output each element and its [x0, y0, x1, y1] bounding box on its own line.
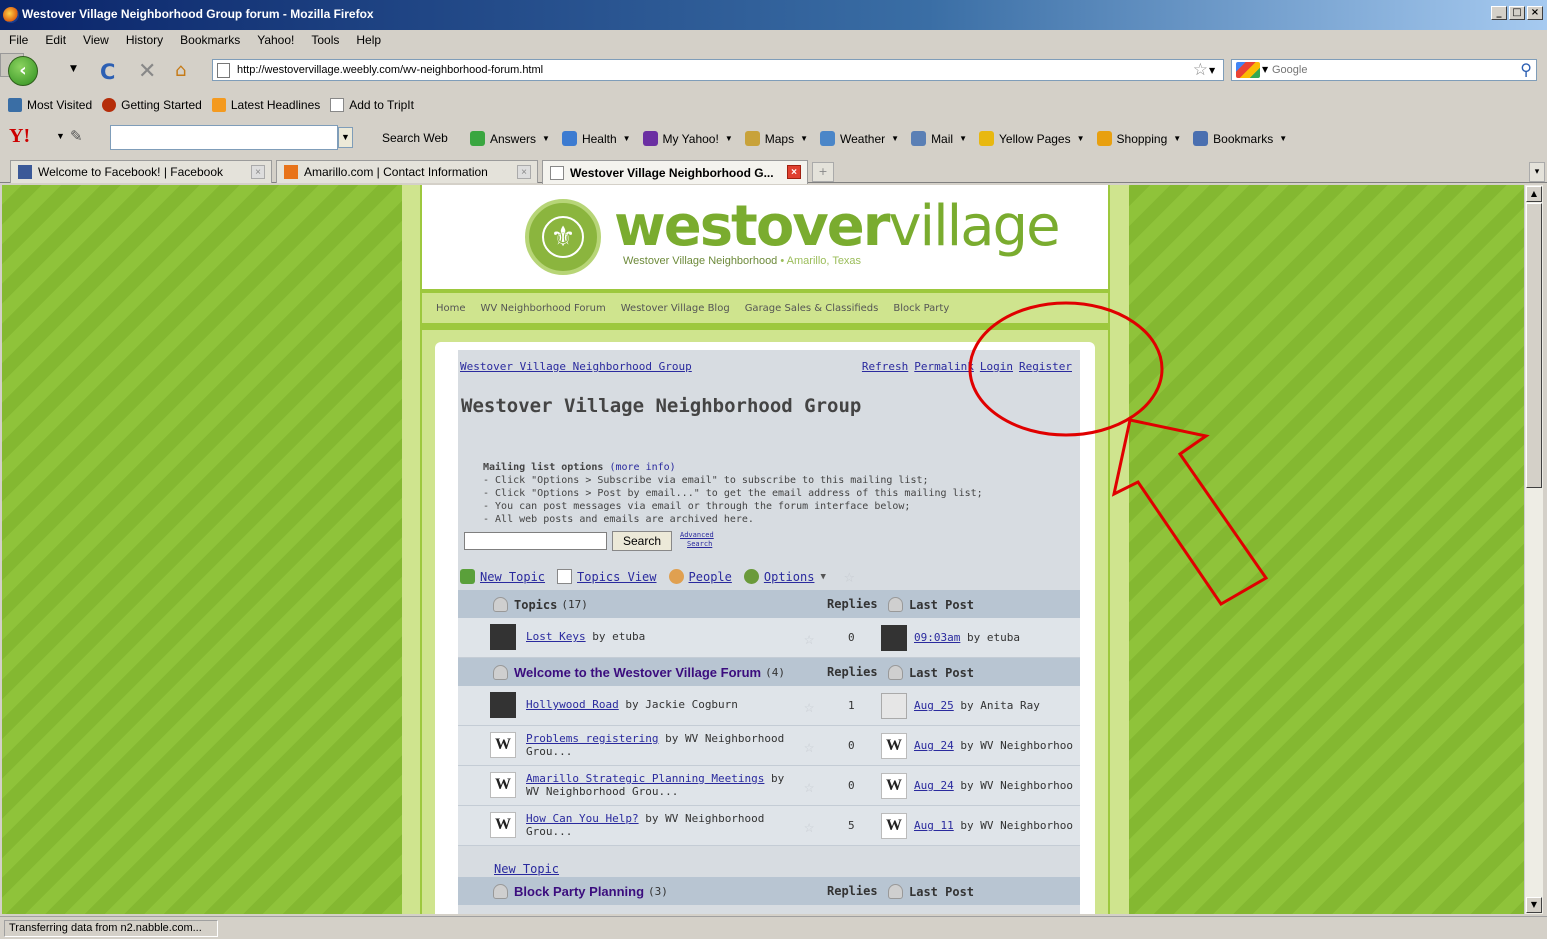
- status-bar: Transferring data from n2.nabble.com...: [0, 916, 1547, 939]
- status-text: Transferring data from n2.nabble.com...: [4, 920, 218, 937]
- red-arrow-annotation: [1111, 418, 1269, 606]
- scroll-up-icon[interactable]: ▲: [1526, 186, 1542, 202]
- vertical-scrollbar[interactable]: ▲ ▼: [1524, 185, 1543, 914]
- scroll-thumb[interactable]: [1526, 203, 1542, 488]
- red-annotation: [968, 301, 1269, 606]
- scroll-down-icon[interactable]: ▼: [1526, 897, 1542, 913]
- red-circle-annotation: [968, 301, 1164, 437]
